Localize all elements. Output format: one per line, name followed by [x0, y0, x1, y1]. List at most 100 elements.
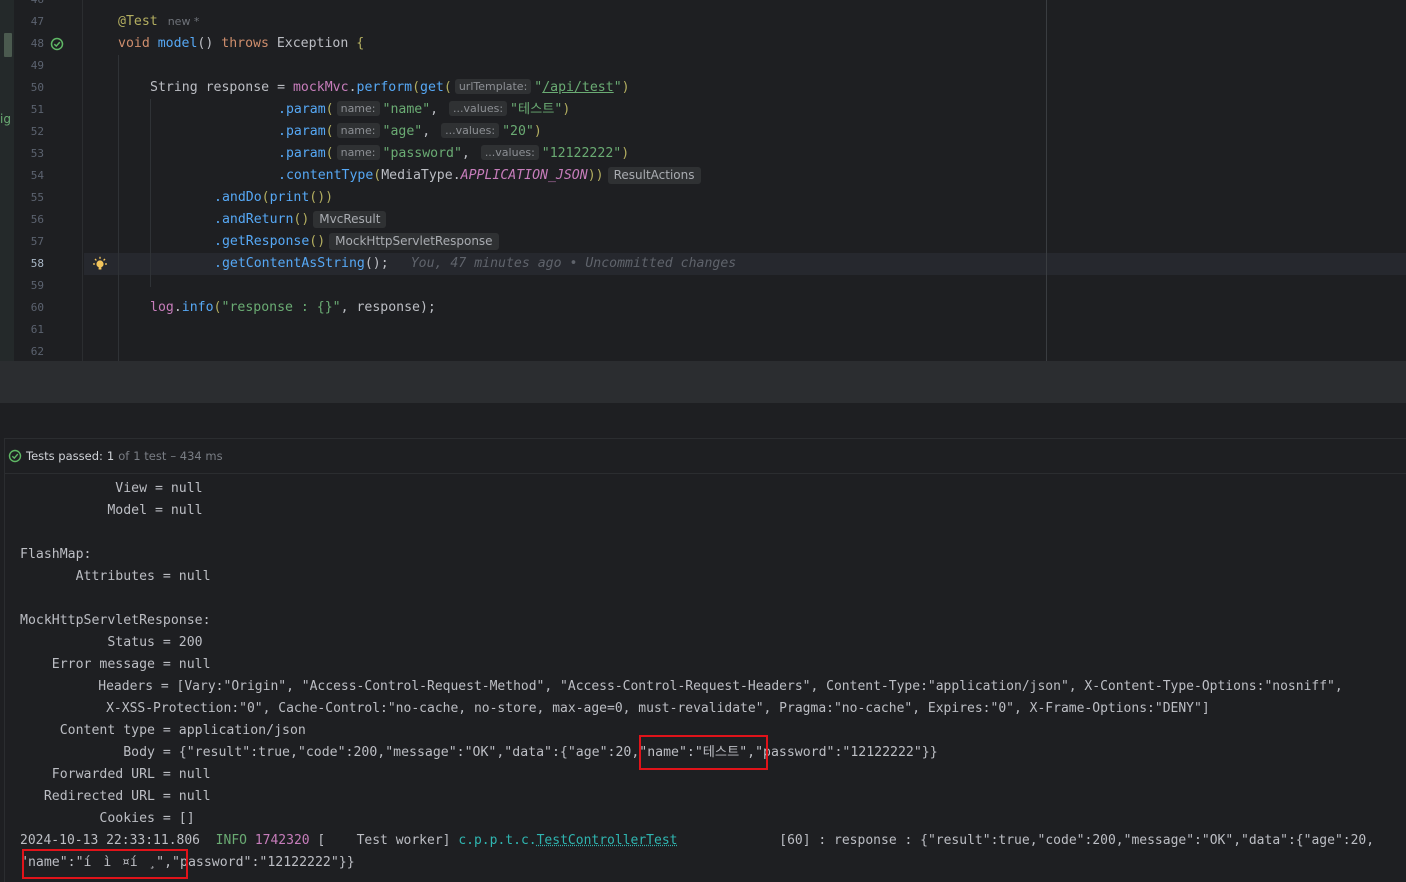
- code-line-60: log.info("response : {}", response);: [150, 297, 436, 319]
- operator: =: [277, 80, 285, 95]
- code-editor[interactable]: ig 46 47 48 49 50 51 52 53 54 55 56 57 5…: [0, 0, 1406, 361]
- method-call: .param: [278, 124, 326, 139]
- line-number: 48: [14, 33, 44, 55]
- string: "12122222": [542, 146, 621, 161]
- right-margin-guide: [1046, 0, 1047, 361]
- punct: ,: [430, 102, 438, 117]
- tests-passed-icon: [8, 449, 22, 463]
- line-number: 60: [14, 297, 44, 319]
- field: log: [150, 300, 174, 315]
- method-call: get: [420, 80, 444, 95]
- console-line: Cookies = []: [20, 808, 195, 830]
- method-call: .andDo: [214, 190, 262, 205]
- console-line: Headers = [Vary:"Origin", "Access-Contro…: [20, 676, 1343, 698]
- log-message: [60] : response : {"result":true,"code":…: [678, 833, 1375, 848]
- run-toolbar-area: [0, 403, 1406, 438]
- tests-passed-count: 1: [107, 449, 114, 463]
- punct: (: [412, 80, 420, 95]
- log-timestamp: 2024-10-13 22:33:11.806: [20, 833, 200, 848]
- line-number: 50: [14, 77, 44, 99]
- console-line: X-XSS-Protection:"0", Cache-Control:"no-…: [20, 698, 1210, 720]
- line-number: 51: [14, 99, 44, 121]
- line-number: 56: [14, 209, 44, 231]
- log-class-link[interactable]: TestControllerTest: [537, 833, 678, 848]
- console-line: Redirected URL = null: [20, 786, 211, 808]
- url-link[interactable]: /api/test: [542, 80, 613, 95]
- line-number: 53: [14, 143, 44, 165]
- method-name: model: [158, 36, 198, 51]
- line-number: 62: [14, 341, 44, 361]
- console-line: Status = 200: [20, 632, 203, 654]
- side-label: ig: [0, 112, 11, 126]
- field: mockMvc: [293, 80, 349, 95]
- line-number: 54: [14, 165, 44, 187]
- code-line-57: .getResponse() MockHttpServletResponse: [214, 231, 499, 253]
- code-line-48: void model() throws Exception {: [118, 33, 364, 55]
- test-status-bar: Tests passed: 1 of 1 test – 434 ms: [5, 439, 1406, 474]
- code-line-58[interactable]: .getContentAsString(); You, 47 minutes ag…: [214, 253, 736, 275]
- tests-total: 1 test: [133, 449, 166, 463]
- line-number: 59: [14, 275, 44, 297]
- run-test-passed-icon[interactable]: [49, 36, 65, 52]
- lightbulb-icon[interactable]: [92, 256, 108, 272]
- log-class-name[interactable]: TestControllerTest: [537, 833, 678, 848]
- punct: (): [293, 212, 309, 227]
- punct: ,: [422, 124, 430, 139]
- keyword: void: [118, 36, 150, 51]
- type-hint: MvcResult: [313, 211, 386, 228]
- console-line: FlashMap:: [20, 544, 91, 566]
- line-number: 49: [14, 55, 44, 77]
- punct: ();: [365, 256, 389, 271]
- string: "password": [383, 146, 462, 161]
- punct: .: [174, 300, 182, 315]
- type-hint: ResultActions: [608, 167, 701, 184]
- punct: , response);: [341, 300, 436, 315]
- tests-duration: – 434 ms: [170, 449, 222, 463]
- highlight-box-garbled-name: [22, 849, 188, 879]
- punct: (: [326, 146, 334, 161]
- line-number: 46: [14, 0, 44, 11]
- type-hint: MockHttpServletResponse: [329, 233, 498, 250]
- console-line: MockHttpServletResponse:: [20, 610, 211, 632]
- line-number: 55: [14, 187, 44, 209]
- line-number-current: 58: [14, 253, 44, 275]
- punct: )): [588, 168, 604, 183]
- code-line-55: .andDo(print()): [214, 187, 333, 209]
- string: "response : {}": [222, 300, 341, 315]
- line-number: 52: [14, 121, 44, 143]
- class-name: MediaType: [381, 168, 452, 183]
- punct: ): [534, 124, 542, 139]
- code-line-52: .param(name: "age", ...values: "20"): [278, 121, 542, 143]
- punct: .: [349, 80, 357, 95]
- console-line-body: Body = {"result":true,"code":200,"messag…: [20, 742, 938, 764]
- code-line-47: @Test new *: [118, 11, 199, 33]
- string: "20": [502, 124, 534, 139]
- method-call: perform: [357, 80, 413, 95]
- code-line-50: String response = mockMvc.perform(get(ur…: [150, 77, 630, 99]
- highlight-box-correct-name: [639, 735, 768, 770]
- method-call: print: [270, 190, 310, 205]
- punct: ): [562, 102, 570, 117]
- param-hint: ...values:: [481, 145, 539, 160]
- annotation: @Test: [118, 14, 158, 29]
- tests-passed-label: Tests passed:: [26, 449, 103, 463]
- param-hint: urlTemplate:: [455, 79, 531, 94]
- editor-toolwindow-divider[interactable]: [0, 361, 1406, 403]
- indent-guide: [118, 55, 119, 361]
- method-call: info: [182, 300, 214, 315]
- side-marker: [4, 33, 12, 57]
- new-author-tag: new *: [168, 15, 200, 28]
- code-line-54: .contentType(MediaType.APPLICATION_JSON)…: [278, 165, 701, 187]
- constant: APPLICATION_JSON: [461, 168, 588, 183]
- run-console-panel[interactable]: Tests passed: 1 of 1 test – 434 ms View …: [4, 438, 1406, 882]
- method-call: .getContentAsString: [214, 256, 365, 271]
- punct: ,: [462, 146, 470, 161]
- method-call: .getResponse: [214, 234, 309, 249]
- param-hint: name:: [337, 101, 380, 116]
- indent-guide: [150, 99, 151, 287]
- console-log-line: 2024-10-13 22:33:11.806 INFO 1742320 [ T…: [20, 830, 1374, 852]
- brace: {: [356, 36, 364, 51]
- punct: .: [453, 168, 461, 183]
- console-line: Attributes = null: [20, 566, 211, 588]
- line-number: 47: [14, 11, 44, 33]
